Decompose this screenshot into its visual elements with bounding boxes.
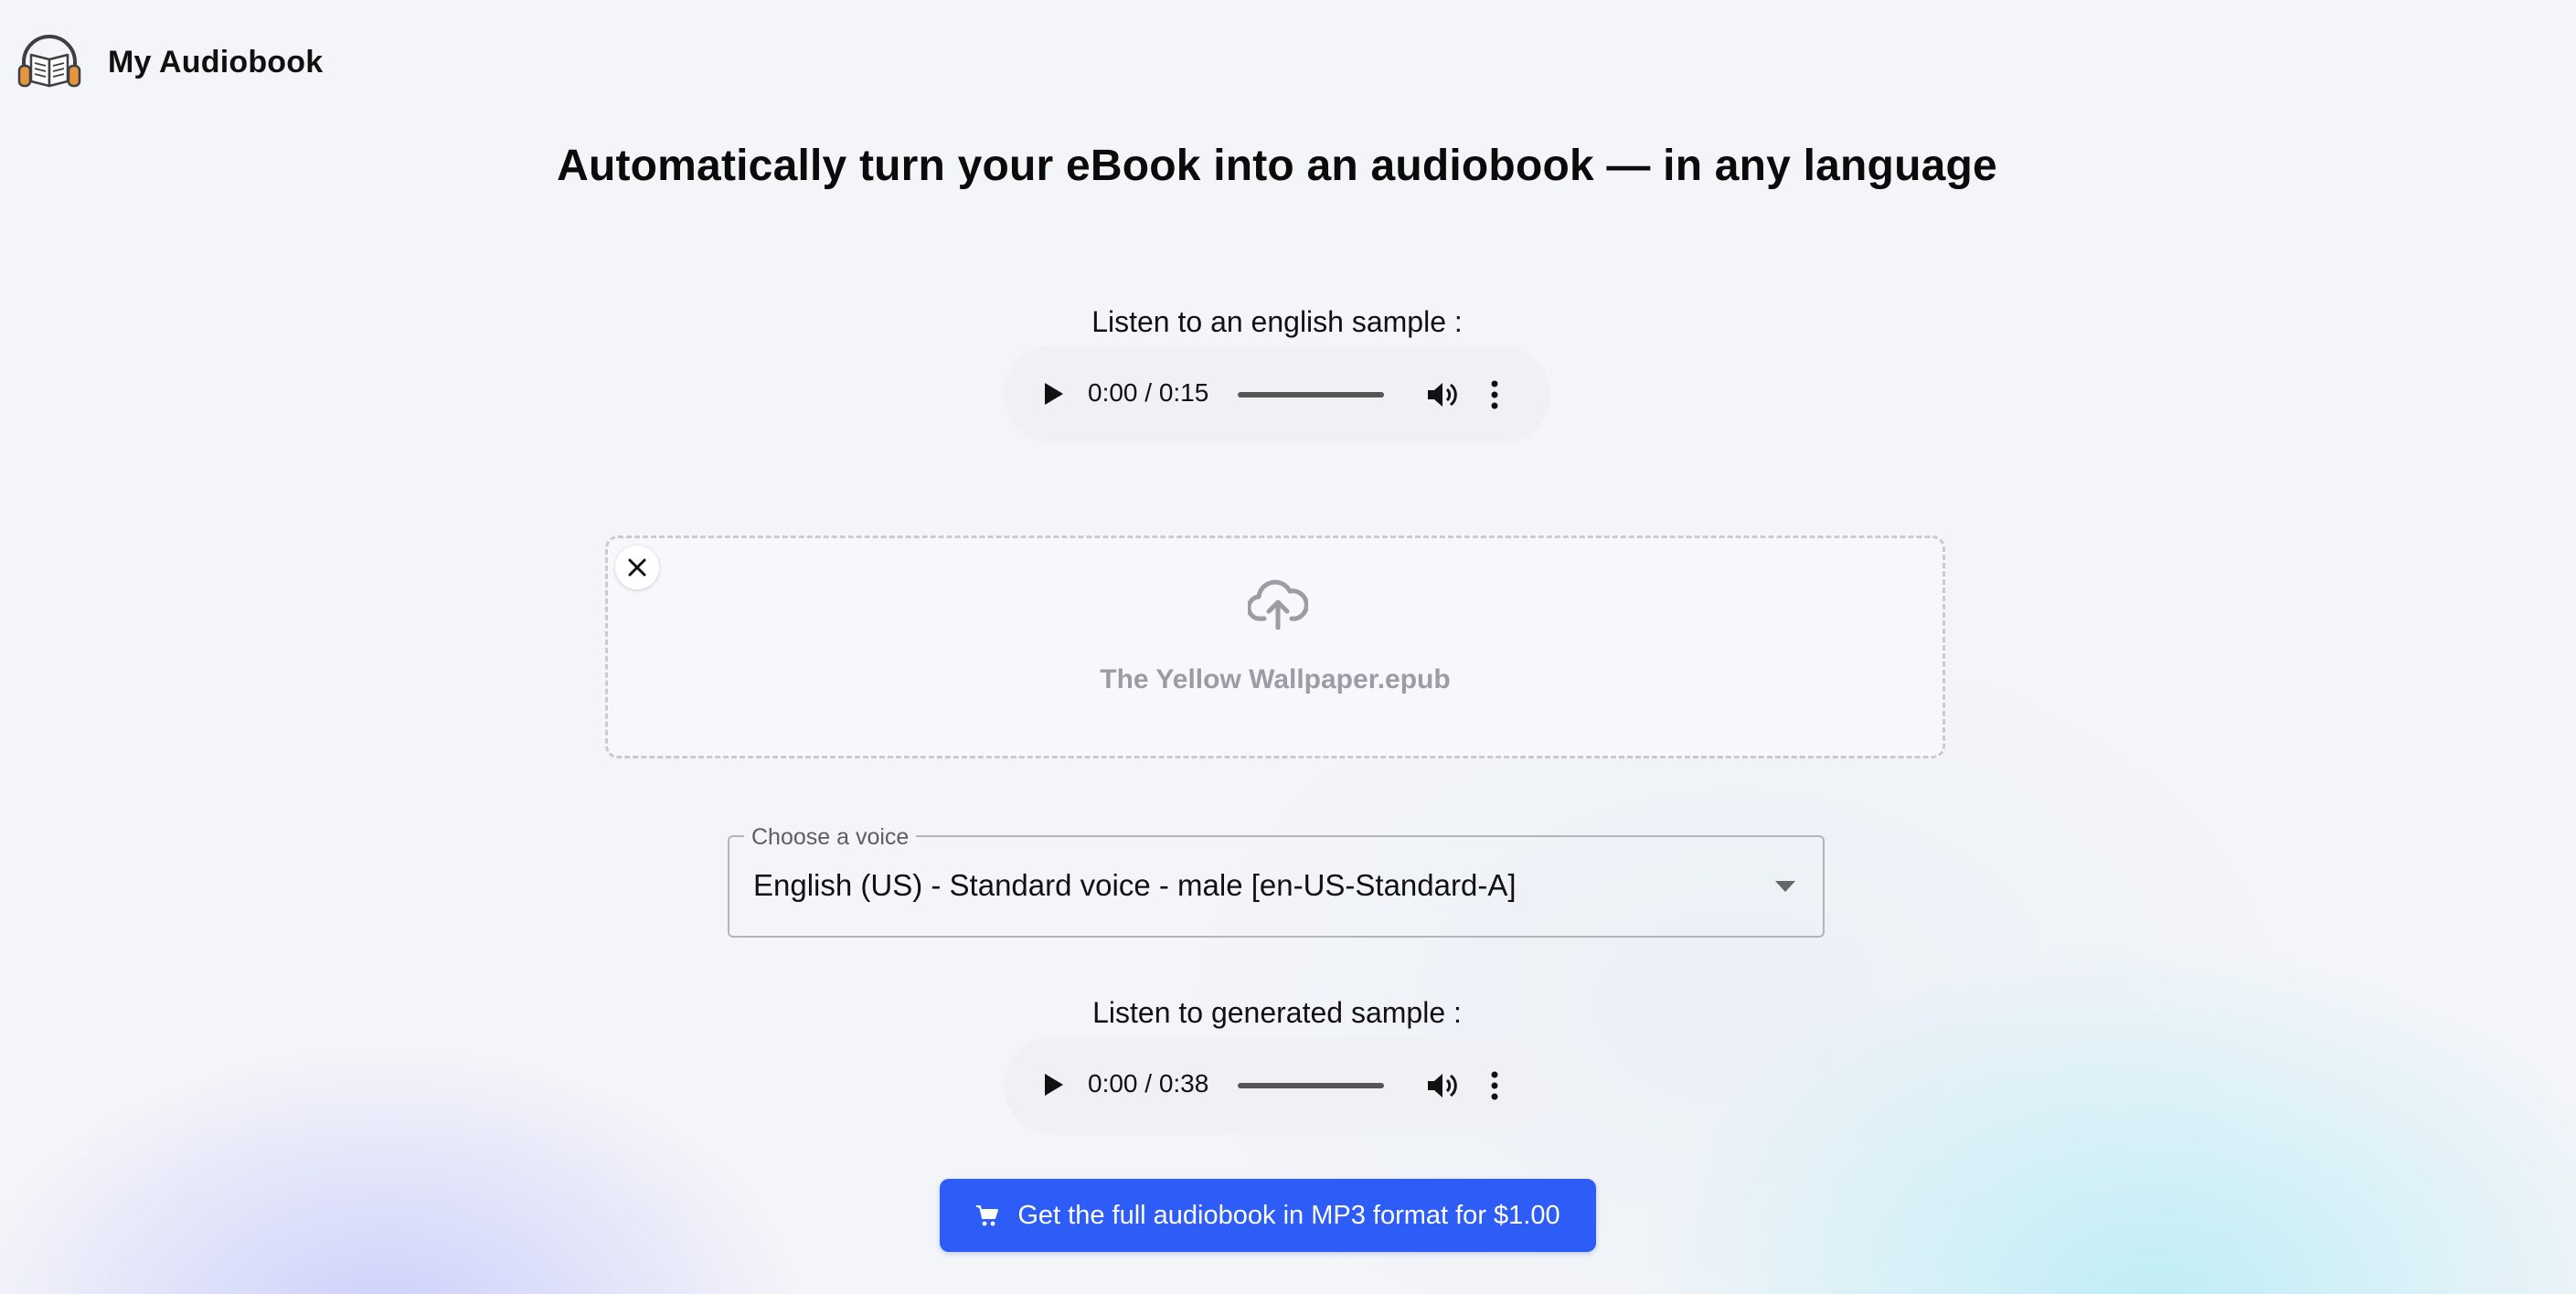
headphones-book-icon (17, 35, 81, 88)
remove-file-button[interactable] (615, 546, 659, 589)
close-icon (628, 558, 646, 577)
voice-select[interactable]: Choose a voice English (US) - Standard v… (728, 824, 1825, 938)
app-name: My Audiobook (108, 44, 324, 80)
seek-slider[interactable] (1238, 1083, 1384, 1088)
volume-icon[interactable] (1426, 380, 1459, 409)
playback-time: 0:00 / 0:15 (1088, 378, 1209, 407)
playback-time: 0:00 / 0:38 (1088, 1069, 1209, 1098)
uploaded-file-name: The Yellow Wallpaper.epub (1100, 664, 1451, 695)
seek-slider[interactable] (1238, 392, 1384, 398)
buy-button-label: Get the full audiobook in MP3 format for… (1017, 1200, 1560, 1230)
generated-sample-label: Listen to generated sample : (1092, 996, 1462, 1029)
cloud-upload-icon (1248, 579, 1308, 630)
generated-sample-player[interactable]: 0:00 / 0:38 (1004, 1036, 1550, 1135)
more-options-icon[interactable] (1490, 380, 1499, 409)
caret-down-icon (1775, 881, 1795, 892)
english-sample-label: Listen to an english sample : (1091, 305, 1463, 338)
play-icon[interactable] (1044, 382, 1064, 406)
file-dropzone[interactable]: The Yellow Wallpaper.epub (605, 536, 1945, 758)
volume-icon[interactable] (1426, 1071, 1459, 1100)
play-icon[interactable] (1044, 1073, 1064, 1097)
more-options-icon[interactable] (1490, 1071, 1499, 1100)
page-title: Automatically turn your eBook into an au… (557, 142, 1997, 190)
brand[interactable]: My Audiobook (16, 31, 323, 93)
buy-audiobook-button[interactable]: Get the full audiobook in MP3 format for… (940, 1179, 1596, 1252)
voice-select-value: English (US) - Standard voice - male [en… (753, 868, 1517, 902)
english-sample-player[interactable]: 0:00 / 0:15 (1004, 345, 1550, 444)
cart-icon (976, 1205, 999, 1226)
voice-select-label: Choose a voice (744, 824, 917, 850)
